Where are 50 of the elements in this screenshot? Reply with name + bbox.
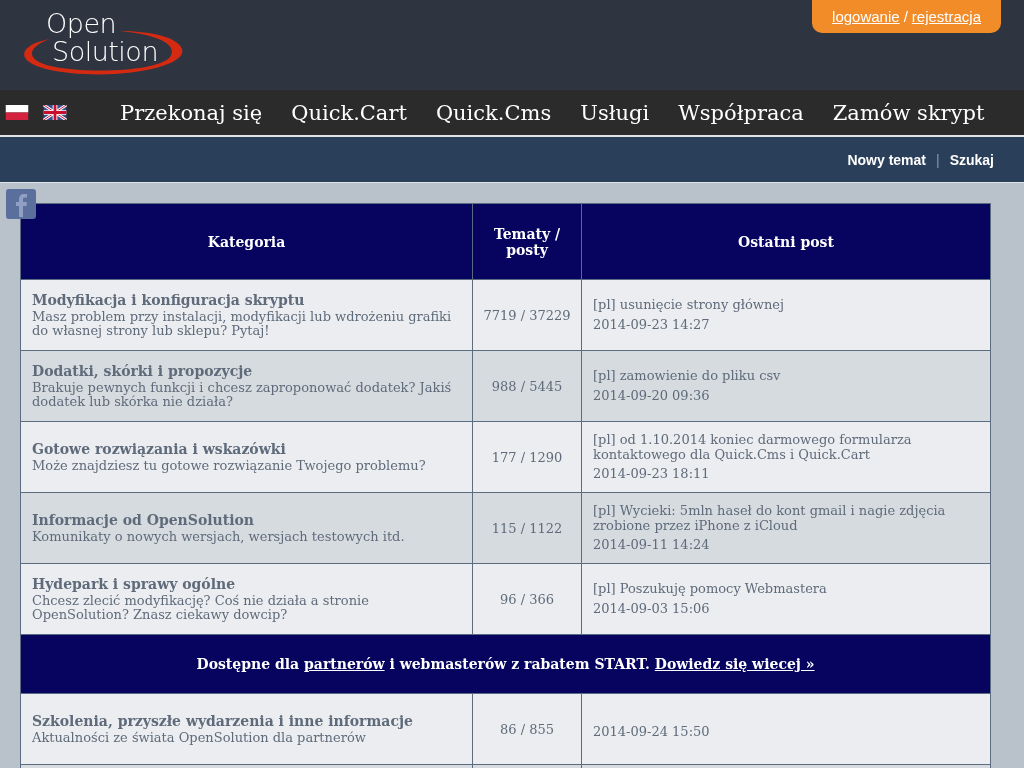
logo-text: Solution bbox=[52, 38, 158, 65]
promo-link[interactable]: partnerów bbox=[304, 656, 385, 672]
table-cell: 177 / 1290 bbox=[472, 421, 582, 493]
last-post-link[interactable]: [pl] usunięcie strony głównej bbox=[593, 298, 979, 313]
column-header: Kategoria bbox=[20, 203, 473, 280]
nav-link[interactable]: Współpraca bbox=[663, 100, 818, 125]
category-description: Może znajdziesz tu gotowe rozwiązanie Twojego problemu? bbox=[32, 458, 427, 474]
post-date: 2014-09-23 14:27 bbox=[593, 316, 711, 332]
category-link[interactable]: Informacje od OpenSolution bbox=[32, 511, 461, 528]
post-date: 2014-09-24 15:50 bbox=[593, 723, 711, 739]
table-cell: 115 / 1122 bbox=[472, 492, 582, 564]
promo-text: Dostępne dla partnerów i webmasterów z rabatem START. Dowiedz się wiecej » bbox=[196, 656, 815, 672]
table-cell: 7719 / 37229 bbox=[472, 279, 582, 351]
nav-link[interactable]: Quick.Cms bbox=[420, 100, 566, 125]
column-header: Ostatni post bbox=[581, 203, 991, 280]
last-post-link[interactable]: [pl] od 1.10.2014 koniec darmowego formularza kontaktowego dla Quick.Cms i Quick.Cart bbox=[593, 433, 979, 462]
search-link[interactable]: Szukaj bbox=[949, 151, 994, 168]
nav-link[interactable]: Zamów skrypt bbox=[817, 100, 999, 125]
separator: | bbox=[936, 151, 940, 168]
nav-link[interactable]: Quick.Cart bbox=[276, 100, 421, 125]
category-description: Masz problem przy instalacji, modyfikacji lub wdrożeniu grafiki do własnej strony lub sklepu? Pytaj! bbox=[32, 309, 453, 339]
category-link[interactable]: Dodatki, skórki i propozycje bbox=[32, 362, 461, 379]
post-date: 2014-09-23 18:11 bbox=[593, 465, 711, 481]
nav-link[interactable]: Usługi bbox=[565, 100, 664, 125]
flag-icon[interactable] bbox=[43, 105, 67, 120]
category-link[interactable]: Gotowe rozwiązania i wskazówki bbox=[32, 440, 461, 457]
category-description: Aktualności ze świata OpenSolution dla partnerów bbox=[32, 730, 367, 746]
post-date: 2014-09-03 15:06 bbox=[593, 600, 711, 616]
new-topic-link[interactable]: Nowy temat bbox=[847, 151, 926, 168]
logo-text: Open bbox=[46, 10, 117, 37]
category-link[interactable]: Hydepark i sprawy ogólne bbox=[32, 575, 461, 592]
flag-icon[interactable] bbox=[5, 105, 29, 120]
post-date: 2014-09-11 14:24 bbox=[593, 536, 711, 552]
last-post-link[interactable]: [pl] Poszukuję pomocy Webmastera bbox=[593, 582, 979, 597]
post-date: 2014-09-20 09:36 bbox=[593, 387, 711, 403]
promo-link[interactable]: Dowiedz się wiecej » bbox=[654, 656, 815, 672]
table-cell: 988 / 5445 bbox=[472, 350, 582, 422]
nav-link[interactable]: Przekonaj się bbox=[105, 100, 277, 125]
table-cell: 96 / 366 bbox=[472, 563, 582, 635]
category-description: Komunikaty o nowych wersjach, wersjach testowych itd. bbox=[32, 529, 406, 545]
last-post-link[interactable]: [pl] zamowienie do pliku csv bbox=[593, 369, 979, 384]
category-description: Brakuje pewnych funkcji i chcesz zaproponować dodatek? Jakiś dodatek lub skórka nie działa? bbox=[32, 380, 453, 410]
category-link[interactable]: Modyfikacja i konfiguracja skryptu bbox=[32, 291, 461, 308]
column-header: Tematy / posty bbox=[472, 203, 582, 280]
last-post-link[interactable]: [pl] Wycieki: 5mln haseł do kont gmail i nagie zdjęcia zrobione przez iPhone z iCloud bbox=[593, 504, 979, 533]
table-cell: 86 / 855 bbox=[472, 693, 582, 765]
logo[interactable]: Open Solution bbox=[10, 8, 190, 76]
category-link[interactable]: Szkolenia, przyszłe wydarzenia i inne informacje bbox=[32, 712, 461, 729]
separator: / bbox=[903, 8, 908, 25]
category-description: Chcesz zlecić modyfikację? Coś nie działa a stronie OpenSolution? Znasz ciekawy dowcip? bbox=[32, 593, 370, 623]
